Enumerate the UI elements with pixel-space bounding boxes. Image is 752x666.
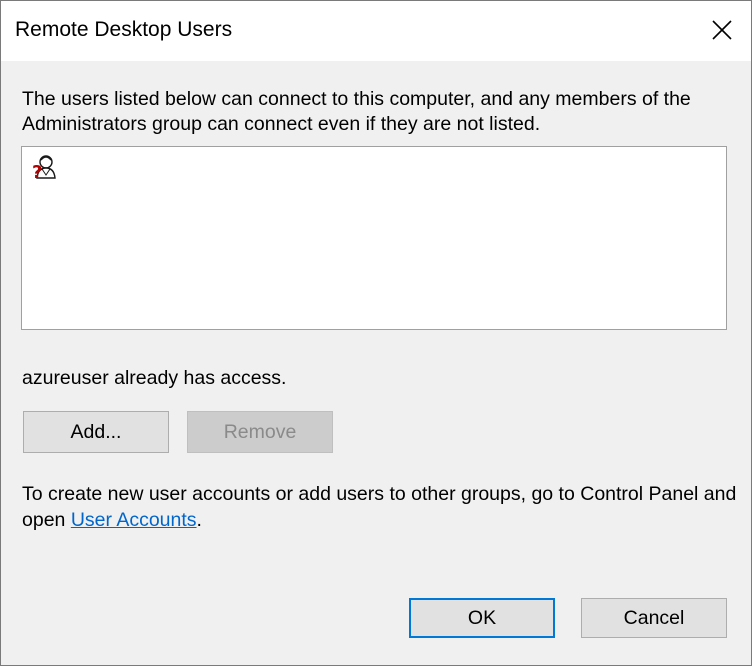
remove-button: Remove [187, 411, 333, 453]
user-list[interactable]: ? [21, 146, 727, 330]
close-icon [712, 20, 732, 40]
dialog-description: The users listed below can connect to th… [22, 88, 691, 135]
svg-text:?: ? [32, 162, 42, 181]
footer-text-after-link: . [196, 509, 202, 531]
remote-desktop-users-dialog: Remote Desktop Users The users listed be… [0, 0, 752, 666]
ok-button[interactable]: OK [409, 598, 555, 638]
window-title: Remote Desktop Users [15, 18, 233, 41]
footer-text: To create new user accounts or add users… [22, 481, 742, 533]
close-button[interactable] [695, 1, 751, 61]
add-button[interactable]: Add... [23, 411, 169, 453]
unknown-user-icon: ? [32, 155, 56, 181]
title-bar: Remote Desktop Users [1, 1, 751, 61]
cancel-button[interactable]: Cancel [581, 598, 727, 638]
access-status-text: azureuser already has access. [22, 367, 287, 389]
user-accounts-link[interactable]: User Accounts [71, 509, 197, 531]
